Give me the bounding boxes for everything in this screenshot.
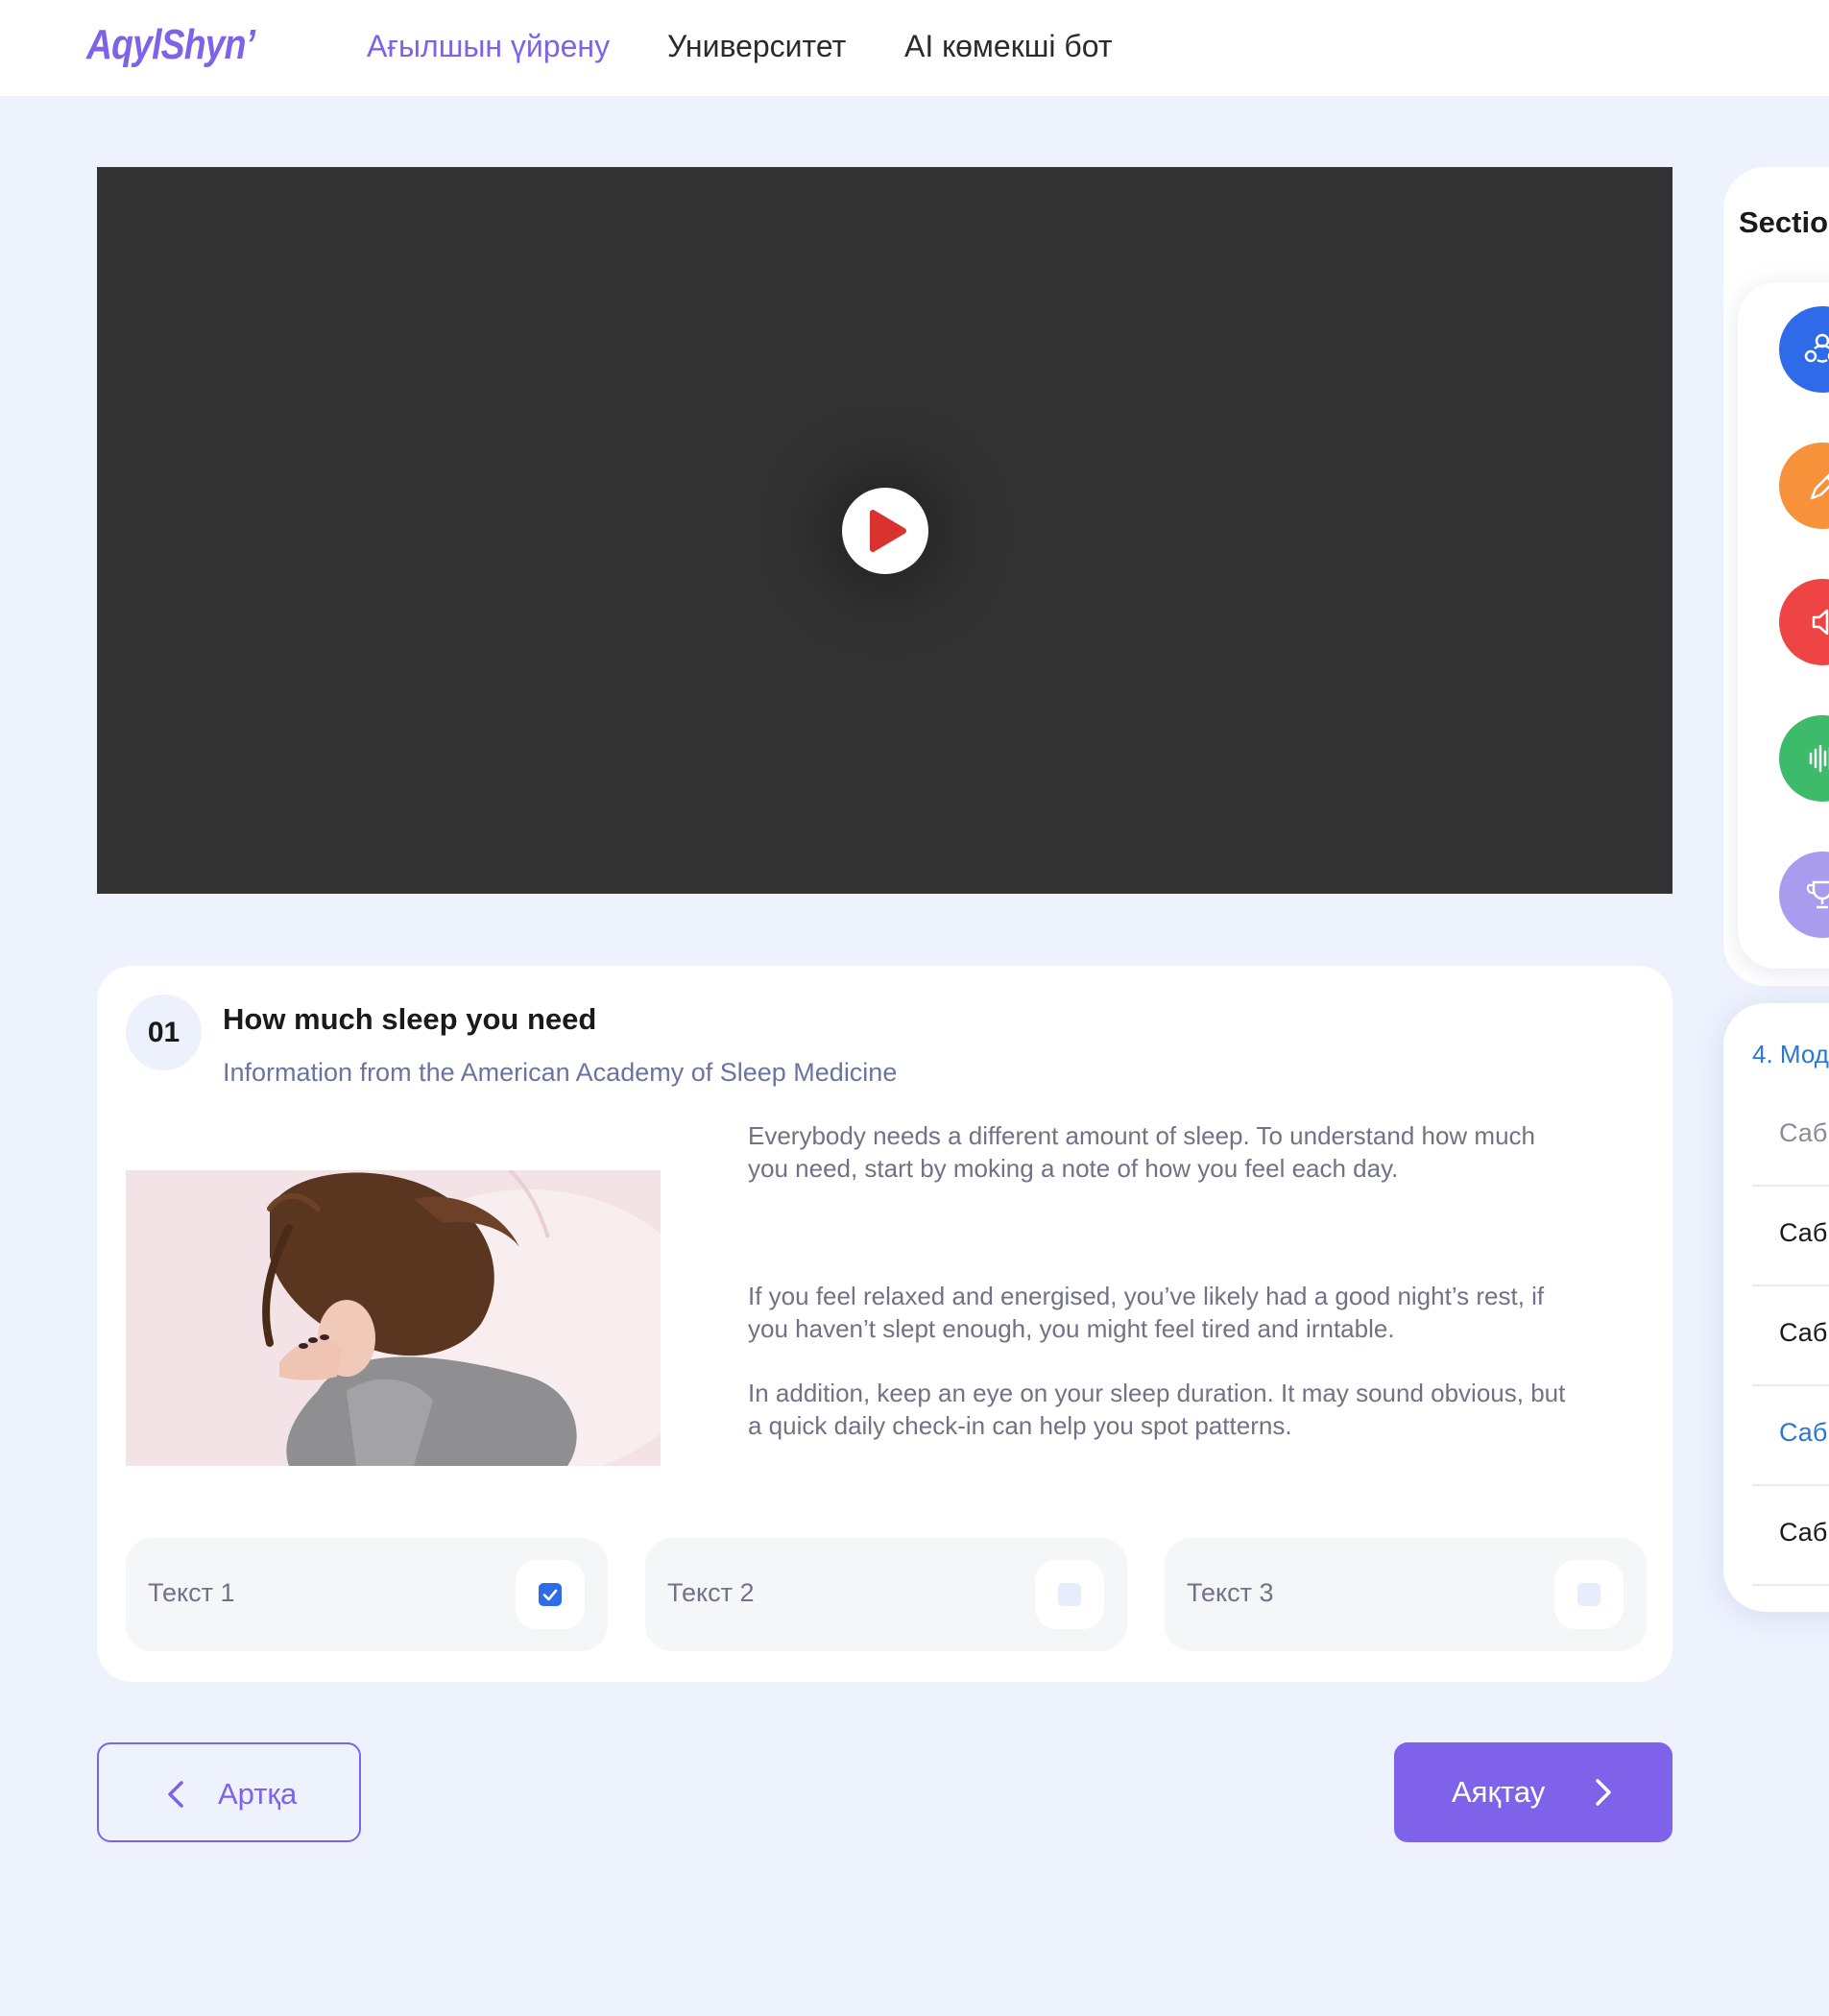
- page: AqylShyn’ Ағылшын үйрену Университет AI …: [0, 0, 1829, 2016]
- sections-title: Sectio: [1739, 205, 1829, 239]
- section-listening-button[interactable]: [1779, 579, 1829, 665]
- logo[interactable]: AqylShyn’: [86, 21, 255, 69]
- section-results-button[interactable]: [1779, 852, 1829, 938]
- section-writing-button[interactable]: [1779, 443, 1829, 529]
- checkbox-checked: [539, 1583, 562, 1606]
- lesson-label: Саб: [1779, 1118, 1828, 1147]
- option-label: Текст 3: [1187, 1578, 1274, 1607]
- chevron-left-icon: [168, 1781, 183, 1808]
- sections-panel: Sectio: [1723, 167, 1829, 986]
- option-label: Текст 1: [148, 1578, 235, 1607]
- section-group-button[interactable]: [1779, 306, 1829, 393]
- group-icon: [1804, 333, 1829, 363]
- finish-button-label: Аяқтау: [1452, 1775, 1546, 1809]
- lesson-item[interactable]: Саб: [1752, 1087, 1829, 1187]
- check-icon: [542, 1589, 558, 1601]
- trophy-icon: [1806, 880, 1829, 909]
- nav-link-ai-bot[interactable]: AI көмекші бот: [904, 29, 1112, 64]
- lesson-subtitle: Information from the American Academy of…: [223, 1058, 898, 1087]
- audio-wave-icon: [1809, 744, 1829, 773]
- lesson-label: Саб: [1779, 1518, 1828, 1547]
- answer-option-3[interactable]: Текст 3: [1165, 1538, 1647, 1651]
- nav-link-university[interactable]: Университет: [667, 29, 846, 64]
- video-player[interactable]: [97, 167, 1673, 894]
- speaker-icon: [1812, 609, 1829, 636]
- option-checkbox[interactable]: [516, 1560, 585, 1629]
- option-label: Текст 2: [667, 1578, 755, 1607]
- section-speaking-button[interactable]: [1779, 715, 1829, 802]
- chevron-right-icon: [1596, 1779, 1611, 1806]
- option-checkbox[interactable]: [1554, 1560, 1624, 1629]
- lesson-title: How much sleep you need: [223, 1002, 597, 1036]
- lesson-card: 01 How much sleep you need Information f…: [97, 966, 1673, 1682]
- paragraph-1: Everybody needs a different amount of sl…: [748, 1121, 1536, 1183]
- lesson-label: Саб: [1779, 1418, 1828, 1447]
- sleeping-woman-image: [126, 1170, 661, 1466]
- lesson-item-active[interactable]: Саб: [1752, 1386, 1829, 1486]
- sections-icon-list: [1738, 282, 1829, 969]
- play-button[interactable]: [842, 488, 928, 574]
- lesson-item[interactable]: Саб: [1752, 1486, 1829, 1586]
- checkbox-unchecked: [1058, 1583, 1081, 1606]
- sleeping-woman-illustration: [126, 1170, 661, 1466]
- answer-option-2[interactable]: Текст 2: [645, 1538, 1127, 1651]
- module-title[interactable]: 4. Мод: [1752, 1040, 1829, 1069]
- option-checkbox[interactable]: [1035, 1560, 1104, 1629]
- lesson-item[interactable]: Саб: [1752, 1187, 1829, 1286]
- paragraph-2: If you feel relaxed and energised, you’v…: [748, 1282, 1545, 1343]
- top-navbar: AqylShyn’ Ағылшын үйрену Университет AI …: [0, 0, 1829, 96]
- lesson-label: Саб: [1779, 1218, 1828, 1247]
- play-icon: [870, 510, 906, 552]
- back-button-label: Артқа: [218, 1777, 298, 1811]
- back-button[interactable]: Артқа: [97, 1742, 361, 1842]
- finish-button[interactable]: Аяқтау: [1394, 1742, 1673, 1842]
- lesson-item[interactable]: Саб: [1752, 1286, 1829, 1386]
- module-lessons-panel: 4. Мод Саб Саб Саб Саб Саб: [1723, 1003, 1829, 1612]
- nav-link-learn-english[interactable]: Ағылшын үйрену: [367, 29, 610, 64]
- checkbox-unchecked: [1577, 1583, 1600, 1606]
- pen-icon: [1810, 473, 1829, 500]
- answer-option-1[interactable]: Текст 1: [126, 1538, 608, 1651]
- lesson-label: Саб: [1779, 1318, 1828, 1347]
- lesson-number-badge: 01: [126, 995, 202, 1070]
- paragraph-3: In addition, keep an eye on your sleep d…: [748, 1379, 1566, 1440]
